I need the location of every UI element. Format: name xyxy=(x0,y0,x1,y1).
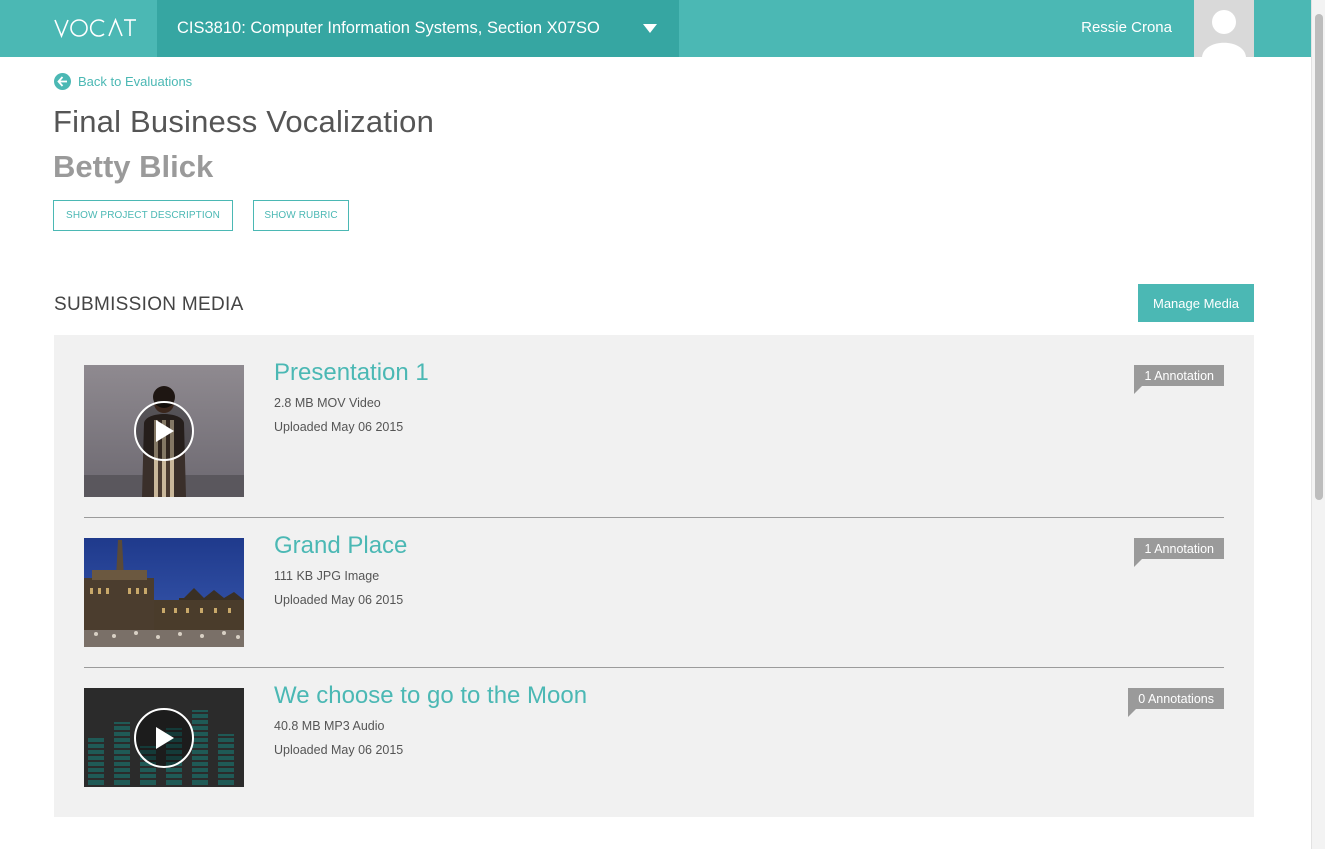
submission-media-list: Presentation 1 2.8 MB MOV Video Uploaded… xyxy=(54,335,1254,817)
section-title: SUBMISSION MEDIA xyxy=(54,294,244,315)
user-avatar-icon xyxy=(1194,0,1254,57)
divider xyxy=(84,667,1224,668)
vocat-logo[interactable] xyxy=(54,15,136,41)
media-upload-date: Uploaded May 06 2015 xyxy=(274,420,404,434)
list-item: We choose to go to the Moon 40.8 MB MP3 … xyxy=(84,682,1224,787)
student-name: Betty Blick xyxy=(53,149,214,184)
show-project-description-button[interactable]: SHOW PROJECT DESCRIPTION xyxy=(53,200,233,231)
play-icon xyxy=(134,401,194,461)
play-icon xyxy=(134,708,194,768)
vertical-scrollbar[interactable] xyxy=(1311,0,1325,849)
scrollbar-thumb[interactable] xyxy=(1315,14,1323,500)
back-to-evaluations-link[interactable]: Back to Evaluations xyxy=(54,73,192,90)
badge-tail-icon xyxy=(1134,559,1143,567)
page: CIS3810: Computer Information Systems, S… xyxy=(0,0,1311,849)
page-title: Final Business Vocalization xyxy=(53,104,435,139)
list-item: Grand Place 111 KB JPG Image Uploaded Ma… xyxy=(84,532,1224,647)
list-item: Presentation 1 2.8 MB MOV Video Uploaded… xyxy=(84,359,1224,497)
image-thumbnail[interactable] xyxy=(84,538,244,647)
annotation-count-label: 1 Annotation xyxy=(1144,368,1214,383)
media-title[interactable]: Grand Place xyxy=(274,532,407,560)
logo-wordmark-icon xyxy=(54,18,136,38)
audio-thumbnail[interactable] xyxy=(84,688,244,787)
media-upload-date: Uploaded May 06 2015 xyxy=(274,743,404,757)
media-size: 40.8 MB MP3 Audio xyxy=(274,719,385,733)
image-thumbnail-picture xyxy=(84,538,244,647)
annotation-count-label: 0 Annotations xyxy=(1138,691,1214,706)
annotation-count-badge[interactable]: 1 Annotation xyxy=(1134,365,1224,394)
chevron-down-icon xyxy=(643,24,657,33)
back-link-label: Back to Evaluations xyxy=(78,74,193,89)
badge-tail-icon xyxy=(1128,709,1137,717)
media-title[interactable]: We choose to go to the Moon xyxy=(274,682,587,710)
annotation-count-badge[interactable]: 0 Annotations xyxy=(1128,688,1224,717)
media-upload-date: Uploaded May 06 2015 xyxy=(274,593,404,607)
back-arrow-icon xyxy=(54,73,71,90)
show-rubric-button[interactable]: SHOW RUBRIC xyxy=(253,200,349,231)
media-title[interactable]: Presentation 1 xyxy=(274,359,429,387)
video-thumbnail[interactable] xyxy=(84,365,244,497)
top-nav-bar: CIS3810: Computer Information Systems, S… xyxy=(0,0,1311,57)
user-avatar[interactable] xyxy=(1194,0,1254,57)
user-name[interactable]: Ressie Crona xyxy=(1081,19,1172,36)
course-selector[interactable]: CIS3810: Computer Information Systems, S… xyxy=(157,0,679,57)
divider xyxy=(84,517,1224,518)
media-size: 111 KB JPG Image xyxy=(274,569,380,583)
course-selector-label: CIS3810: Computer Information Systems, S… xyxy=(177,19,600,37)
annotation-count-badge[interactable]: 1 Annotation xyxy=(1134,538,1224,567)
media-size: 2.8 MB MOV Video xyxy=(274,396,381,410)
annotation-count-label: 1 Annotation xyxy=(1144,541,1214,556)
badge-tail-icon xyxy=(1134,386,1143,394)
manage-media-button[interactable]: Manage Media xyxy=(1138,284,1254,322)
